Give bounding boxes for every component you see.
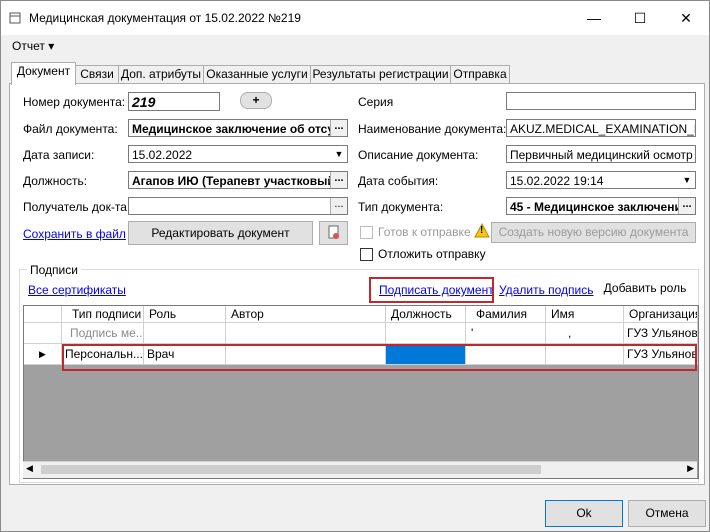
save-to-file-link[interactable]: Сохранить в файл	[23, 227, 126, 241]
tab-services[interactable]: Оказанные услуги	[203, 65, 311, 84]
column-header[interactable]: Должность	[386, 306, 466, 323]
table-cell[interactable]	[226, 344, 386, 365]
column-header[interactable]: Организация	[624, 306, 698, 323]
table-cell[interactable]: ГУЗ Ульянов	[624, 323, 698, 344]
doc-file-label: Файл документа:	[23, 122, 118, 136]
browse-position-button[interactable]: ...	[330, 172, 347, 188]
tab-links[interactable]: Связи	[75, 65, 119, 84]
minimize-icon[interactable]: —	[571, 1, 617, 35]
scroll-right-icon[interactable]: ▶	[687, 463, 694, 474]
cancel-button[interactable]: Отмена	[628, 500, 706, 527]
app-icon	[9, 12, 21, 24]
horizontal-scrollbar[interactable]: ◀ ▶	[23, 461, 697, 478]
dialog-window: Медицинская документация от 15.02.2022 №…	[0, 0, 710, 532]
postpone-sending-label: Отложить отправку	[378, 247, 486, 261]
table-cell[interactable]: ,	[546, 323, 624, 344]
sign-document-link[interactable]: Подписать документ	[379, 283, 494, 297]
create-new-version-button[interactable]: Создать новую версию документа	[491, 222, 696, 243]
table-cell-selected[interactable]	[386, 344, 466, 365]
column-header[interactable]: Тип подписи	[62, 306, 144, 323]
doc-name-field[interactable]: AKUZ.MEDICAL_EXAMINATION_MAI	[506, 119, 696, 137]
menu-bar: Отчет ▾	[1, 35, 709, 57]
table-cell[interactable]	[226, 323, 386, 344]
window-title: Медицинская документация от 15.02.2022 №…	[29, 11, 301, 25]
ready-to-send-checkbox[interactable]	[360, 226, 373, 239]
row-header[interactable]	[24, 323, 62, 344]
document-print-icon	[328, 225, 339, 239]
position-field[interactable]: Агапов ИЮ (Терапевт участковый) ...	[128, 171, 348, 189]
doc-number-field[interactable]: 219	[128, 92, 220, 111]
tab-sending[interactable]: Отправка	[450, 65, 510, 84]
table-cell[interactable]: Подпись ме...	[62, 323, 144, 344]
event-date-value: 15.02.2022 19:14	[510, 174, 604, 188]
doc-type-value: 45 - Медицинское заключени	[510, 200, 682, 214]
browse-file-button[interactable]: ...	[330, 120, 347, 136]
record-date-label: Дата записи:	[23, 148, 95, 162]
recipient-field[interactable]: ...	[128, 197, 348, 215]
edit-document-button[interactable]: Редактировать документ	[128, 221, 313, 245]
tab-registration-results[interactable]: Результаты регистрации	[310, 65, 451, 84]
chevron-down-icon[interactable]: ▼	[679, 172, 695, 188]
maximize-icon[interactable]: ☐	[617, 1, 663, 35]
chevron-down-icon[interactable]: ▼	[331, 146, 347, 162]
close-icon[interactable]: ✕	[663, 1, 709, 35]
title-bar[interactable]: Медицинская документация от 15.02.2022 №…	[1, 1, 709, 35]
table-cell[interactable]: '	[466, 323, 546, 344]
table-cell[interactable]: Врач	[144, 344, 226, 365]
browse-recipient-button[interactable]: ...	[330, 198, 347, 214]
warning-mark: !	[480, 225, 484, 236]
menu-report[interactable]: Отчет ▾	[12, 39, 54, 53]
series-field[interactable]	[506, 92, 696, 110]
table-cell[interactable]	[466, 344, 546, 365]
ok-button[interactable]: Ok	[545, 500, 623, 527]
recipient-label: Получатель док-та	[23, 200, 127, 214]
doc-description-field[interactable]: Первичный медицинский осмотр	[506, 145, 696, 163]
table-cell[interactable]	[546, 344, 624, 365]
signatures-table[interactable]: Тип подписи Роль Автор Должность Фамилия…	[23, 305, 699, 479]
position-label: Должность:	[23, 174, 88, 188]
tab-extra-attributes[interactable]: Доп. атрибуты	[118, 65, 204, 84]
doc-file-field[interactable]: Медицинское заключение об отсу ...	[128, 119, 348, 137]
doc-file-value: Медицинское заключение об отсу	[132, 122, 335, 136]
table-cell[interactable]	[144, 323, 226, 344]
signatures-group-title: Подписи	[27, 263, 81, 277]
doc-description-label: Описание документа:	[358, 148, 479, 162]
doc-type-label: Тип документа:	[358, 200, 444, 214]
event-date-label: Дата события:	[358, 174, 439, 188]
table-cell[interactable]: Персональн...	[62, 344, 144, 365]
add-number-button[interactable]: +	[240, 92, 272, 109]
row-pointer-icon[interactable]: ▶	[24, 344, 62, 365]
record-date-value: 15.02.2022	[132, 148, 193, 162]
table-cell[interactable]: ГУЗ Ульянов	[624, 344, 698, 365]
browse-doc-type-button[interactable]: ...	[678, 198, 695, 214]
add-role-button[interactable]: Добавить роль	[594, 278, 696, 301]
all-certificates-link[interactable]: Все сертификаты	[28, 283, 126, 297]
doc-name-label: Наименование документа:	[358, 122, 507, 136]
doc-number-label: Номер документа:	[23, 95, 126, 109]
position-value: Агапов ИЮ (Терапевт участковый)	[132, 174, 339, 188]
ready-to-send-label: Готов к отправке	[378, 225, 471, 239]
delete-signature-link[interactable]: Удалить подпись	[499, 283, 594, 297]
print-document-button[interactable]	[319, 221, 348, 245]
event-date-field[interactable]: 15.02.2022 19:14 ▼	[506, 171, 696, 189]
scroll-left-icon[interactable]: ◀	[26, 463, 33, 474]
scrollbar-thumb[interactable]	[41, 465, 541, 474]
series-label: Серия	[358, 95, 394, 109]
column-header[interactable]: Роль	[144, 306, 226, 323]
column-header[interactable]: Фамилия	[466, 306, 546, 323]
record-date-field[interactable]: 15.02.2022 ▼	[128, 145, 348, 163]
column-header[interactable]: Автор	[226, 306, 386, 323]
doc-type-field[interactable]: 45 - Медицинское заключени ...	[506, 197, 696, 215]
column-header[interactable]: Имя	[546, 306, 624, 323]
row-header-corner	[24, 306, 62, 323]
postpone-sending-checkbox[interactable]	[360, 248, 373, 261]
table-cell[interactable]	[386, 323, 466, 344]
tab-document[interactable]: Документ	[11, 62, 76, 85]
